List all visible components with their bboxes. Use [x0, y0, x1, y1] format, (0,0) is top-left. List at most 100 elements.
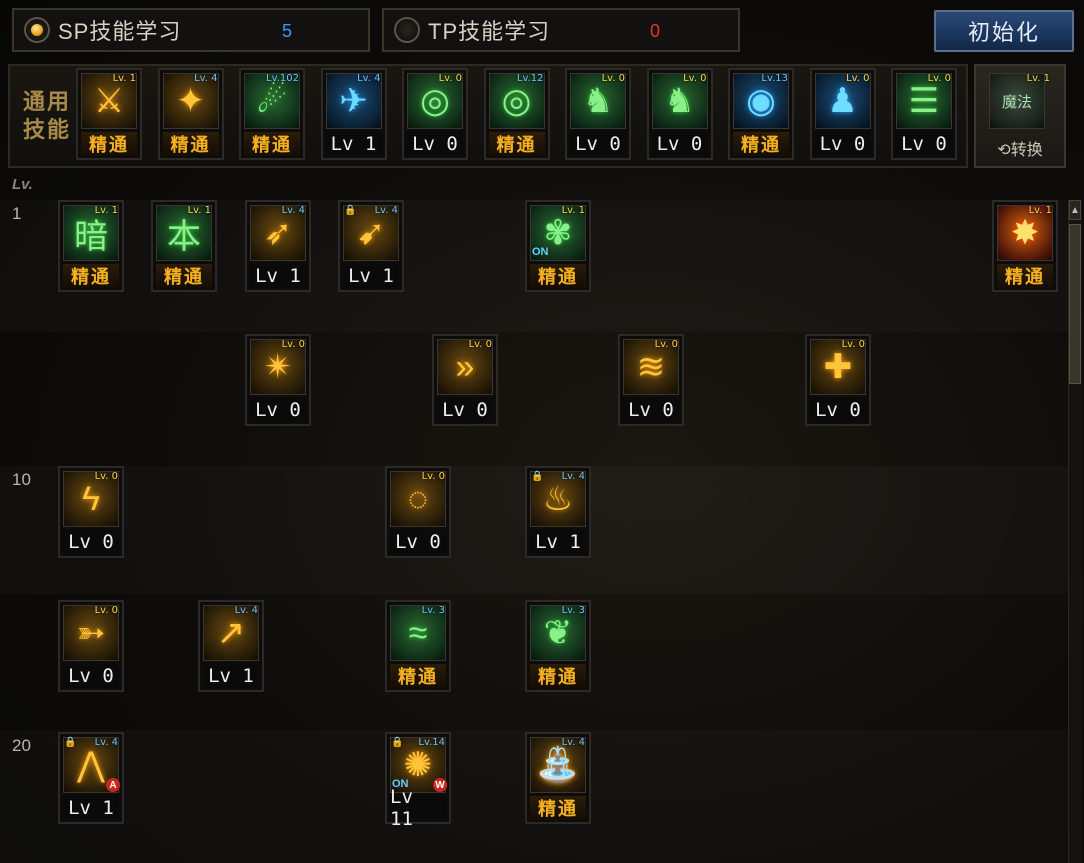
skill-slot[interactable]: ♟ Lv. 0 Lv 0 [809, 68, 876, 160]
skill-glyph-icon: ◎ [501, 82, 532, 120]
skill-level-tag: Lv. 0 [94, 605, 118, 616]
skill-slot[interactable]: ⋀ Lv. 4 🔒 A Lv 1 [58, 732, 124, 824]
skill-level-label: Lv 0 [651, 132, 708, 156]
skill-slot[interactable]: ♞ Lv. 0 Lv 0 [565, 68, 631, 160]
skill-level-label: Lv 0 [896, 132, 952, 156]
scroll-up-arrow-icon[interactable]: ▲ [1069, 200, 1081, 220]
skill-slot[interactable]: ✴ Lv. 0 Lv 0 [245, 334, 311, 426]
skill-glyph-icon: ✴ [263, 348, 293, 386]
skill-glyph-icon: ◌ [407, 479, 429, 518]
skill-level-tag: Lv.13 [761, 73, 788, 84]
skill-glyph-icon: » [455, 347, 475, 386]
skill-slot[interactable]: ⛲ Lv. 4 精通 [525, 732, 591, 824]
skill-level-tag: Lv. 0 [94, 471, 118, 482]
skill-level-tag: Lv. 0 [683, 73, 707, 84]
skill-slot[interactable]: ⚔ Lv. 1 精通 [76, 68, 142, 160]
skill-level-label: 精通 [530, 264, 586, 288]
switch-button[interactable]: ⟲转换 [976, 136, 1064, 160]
skill-glyph-icon: ✚ [823, 348, 853, 386]
skill-slot[interactable]: ✈ Lv. 4 Lv 1 [320, 68, 387, 160]
switch-panel[interactable]: 魔法 Lv. 1 ⟲转换 [974, 64, 1066, 168]
skill-slot[interactable]: 暗 Lv. 1 精通 [58, 200, 124, 292]
skill-level-tag: Lv. 4 [374, 205, 398, 216]
skill-level-label: Lv 1 [325, 132, 382, 156]
skill-level-label: Lv 1 [203, 664, 259, 688]
tp-tab-label: TP技能学习 [428, 19, 551, 44]
lock-icon: 🔒 [344, 205, 357, 216]
skill-level-label: Lv 0 [814, 132, 871, 156]
row-level-label: 20 [12, 736, 31, 755]
skill-slot[interactable]: ◌ Lv. 0 Lv 0 [385, 466, 451, 558]
reset-button[interactable]: 初始化 [934, 10, 1074, 52]
skill-glyph-icon: ☄ [256, 82, 288, 120]
skill-level-label: 精通 [530, 664, 586, 688]
skill-slot[interactable]: ≋ Lv. 0 Lv 0 [618, 334, 684, 426]
skill-level-label: Lv 0 [437, 398, 493, 422]
skill-glyph-icon: ➹ [356, 214, 386, 252]
skill-slot[interactable]: ✸ Lv. 1 精通 [992, 200, 1058, 292]
magic-icon-text: 魔法 [1001, 93, 1032, 111]
skill-slot[interactable]: ◎ Lv.12 精通 [483, 68, 550, 160]
skill-glyph-icon: ↗ [216, 614, 246, 652]
skill-glyph-icon: ☰ [908, 82, 940, 120]
skill-slot[interactable]: 本 Lv. 1 精通 [151, 200, 217, 292]
skill-slot[interactable]: ➹ Lv. 4 🔒 Lv 1 [338, 200, 404, 292]
skill-glyph-icon: ✦ [176, 82, 205, 120]
skill-slot[interactable]: ◉ Lv.13 精通 [728, 68, 794, 160]
skill-level-tag: Lv. 0 [841, 339, 865, 350]
switch-skill-icon[interactable]: 魔法 Lv. 1 [986, 70, 1054, 136]
common-skill-label: 通用技能 [22, 89, 71, 142]
skill-slot[interactable]: ☄ Lv.102 精通 [239, 68, 305, 160]
skill-level-label: Lv 1 [250, 264, 306, 288]
skill-level-tag: Lv.12 [516, 73, 544, 84]
skill-slot[interactable]: ↗ Lv. 4 Lv 1 [198, 600, 264, 692]
skill-slot[interactable]: ☰ Lv. 0 Lv 0 [891, 68, 957, 160]
skill-level-label: 精通 [997, 264, 1053, 288]
skill-glyph-icon: ◎ [420, 82, 450, 120]
tp-points-value: 0 [650, 21, 661, 41]
skill-level-label: Lv 0 [63, 664, 119, 688]
skill-level-label: Lv 11 [390, 786, 446, 830]
skill-slot[interactable]: ≈ Lv. 3 精通 [385, 600, 451, 692]
tab-tp-skill[interactable]: TP技能学习 0 [382, 8, 740, 52]
skill-level-label: Lv 1 [343, 264, 399, 288]
skill-slot[interactable]: ➶ Lv. 4 Lv 1 [245, 200, 311, 292]
skill-window: SP技能学习 5 TP技能学习 0 初始化 通用技能 ⚔ Lv. 1 精通 ✦ Lv. … [0, 0, 1084, 863]
skill-slot[interactable]: ✦ Lv. 4 精通 [157, 68, 224, 160]
skill-slot[interactable]: ❦ Lv. 3 精通 [525, 600, 591, 692]
skill-slot[interactable]: ➳ Lv. 0 Lv 0 [58, 600, 124, 692]
skill-level-label: Lv 1 [63, 796, 119, 820]
lock-icon: 🔒 [531, 471, 544, 482]
skill-level-tag: Lv. 0 [468, 339, 492, 350]
skill-level-tag: Lv. 4 [561, 737, 585, 748]
scroll-thumb[interactable] [1069, 224, 1081, 384]
level-column-header: Lv. [12, 176, 33, 193]
skill-slot[interactable]: ♞ Lv. 0 Lv 0 [646, 68, 713, 160]
skill-glyph-icon: ➳ [76, 614, 106, 652]
skill-slot[interactable]: ♨ Lv. 4 🔒 Lv 1 [525, 466, 591, 558]
tab-sp-skill[interactable]: SP技能学习 5 [12, 8, 370, 52]
skill-slot[interactable]: ◎ Lv. 0 Lv 0 [402, 68, 468, 160]
skill-level-tag: Lv. 4 [194, 73, 218, 84]
sp-radio-icon[interactable] [24, 17, 50, 43]
skill-glyph-icon: ◉ [746, 82, 776, 120]
skill-level-label: Lv 0 [810, 398, 866, 422]
skill-slot[interactable]: ✚ Lv. 0 Lv 0 [805, 334, 871, 426]
skill-level-tag: Lv. 4 [94, 737, 118, 748]
skill-level-label: Lv 0 [407, 132, 463, 156]
skill-level-tag: Lv.102 [266, 73, 299, 84]
skill-glyph-icon: ❦ [543, 614, 573, 652]
tp-radio-icon[interactable] [394, 17, 420, 43]
skill-level-tag: Lv.14 [418, 737, 445, 748]
skill-slot[interactable]: » Lv. 0 Lv 0 [432, 334, 498, 426]
skill-slot[interactable]: ✺ Lv.14 🔒 ON W Lv 11 [385, 732, 451, 830]
skill-slot[interactable]: ✾ Lv. 1 ON 精通 [525, 200, 591, 292]
skill-slot[interactable]: ϟ Lv. 0 Lv 0 [58, 466, 124, 558]
skill-level-label: Lv 0 [623, 398, 679, 422]
row-level-label: 1 [12, 204, 22, 223]
skill-level-label: 精通 [244, 132, 300, 156]
skill-glyph-icon: ϟ [82, 479, 100, 518]
skill-glyph-icon: ♞ [582, 82, 614, 120]
skill-level-tag: Lv. 4 [357, 73, 381, 84]
skill-level-tag: Lv. 1 [561, 205, 585, 216]
